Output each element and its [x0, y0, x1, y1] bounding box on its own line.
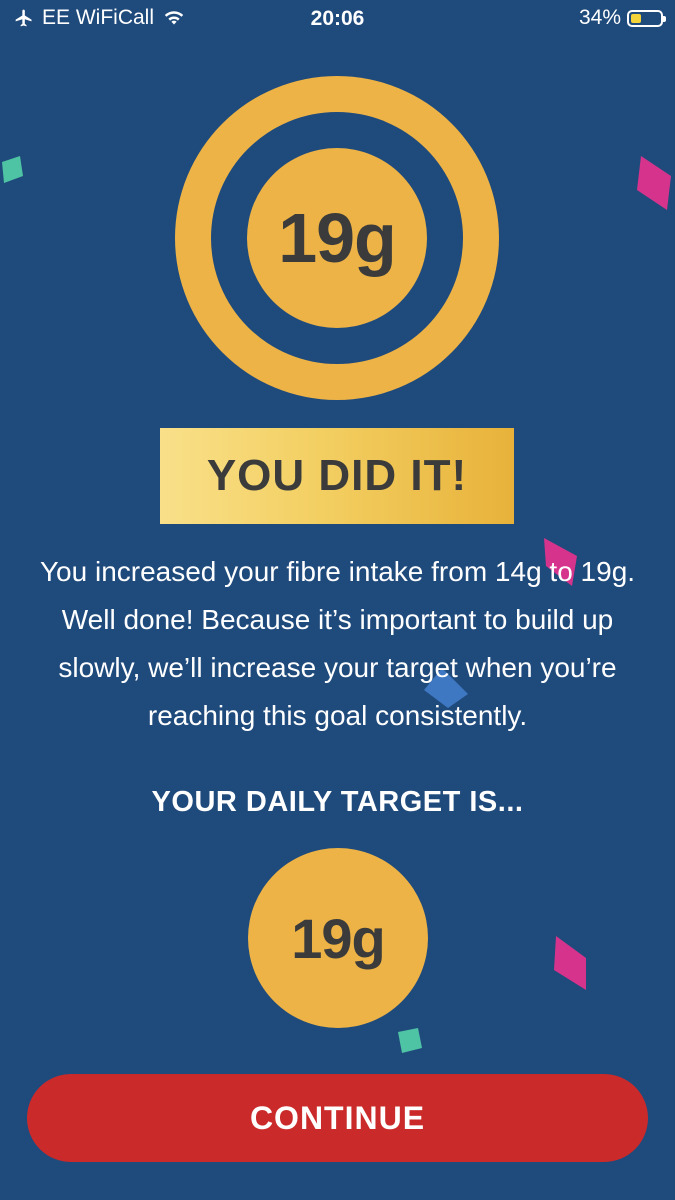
daily-target-heading: YOUR DAILY TARGET IS... [151, 786, 524, 818]
status-right: 34% [578, 6, 666, 30]
daily-target-badge: 19g [248, 848, 428, 1028]
status-time: 20:06 [310, 7, 365, 30]
battery-icon [627, 9, 666, 27]
confetti-teal-bottom [398, 1028, 422, 1053]
status-bar: EE WiFiCall 20:06 34% [0, 0, 675, 40]
badge-core: 19g [247, 148, 427, 328]
confetti-pink-top-right [637, 156, 671, 210]
continue-button[interactable]: CONTINUE [27, 1074, 648, 1162]
battery-level [631, 13, 641, 23]
you-did-it-banner: YOU DID IT! [160, 428, 514, 524]
confetti-teal-top-left [2, 156, 23, 183]
daily-target-value: 19g [291, 906, 385, 970]
battery-percent: 34% [578, 6, 621, 29]
banner-text: YOU DID IT! [206, 451, 468, 500]
achievement-value: 19g [278, 199, 397, 277]
success-screen: EE WiFiCall 20:06 34% 19g YOU DID IT! Yo… [0, 0, 675, 1200]
achievement-badge: 19g [175, 76, 499, 400]
badge-ring-gap: 19g [211, 112, 463, 364]
confetti-pink-bottom-right [554, 936, 586, 990]
achievement-message: You increased your fibre intake from 14g… [39, 556, 636, 731]
